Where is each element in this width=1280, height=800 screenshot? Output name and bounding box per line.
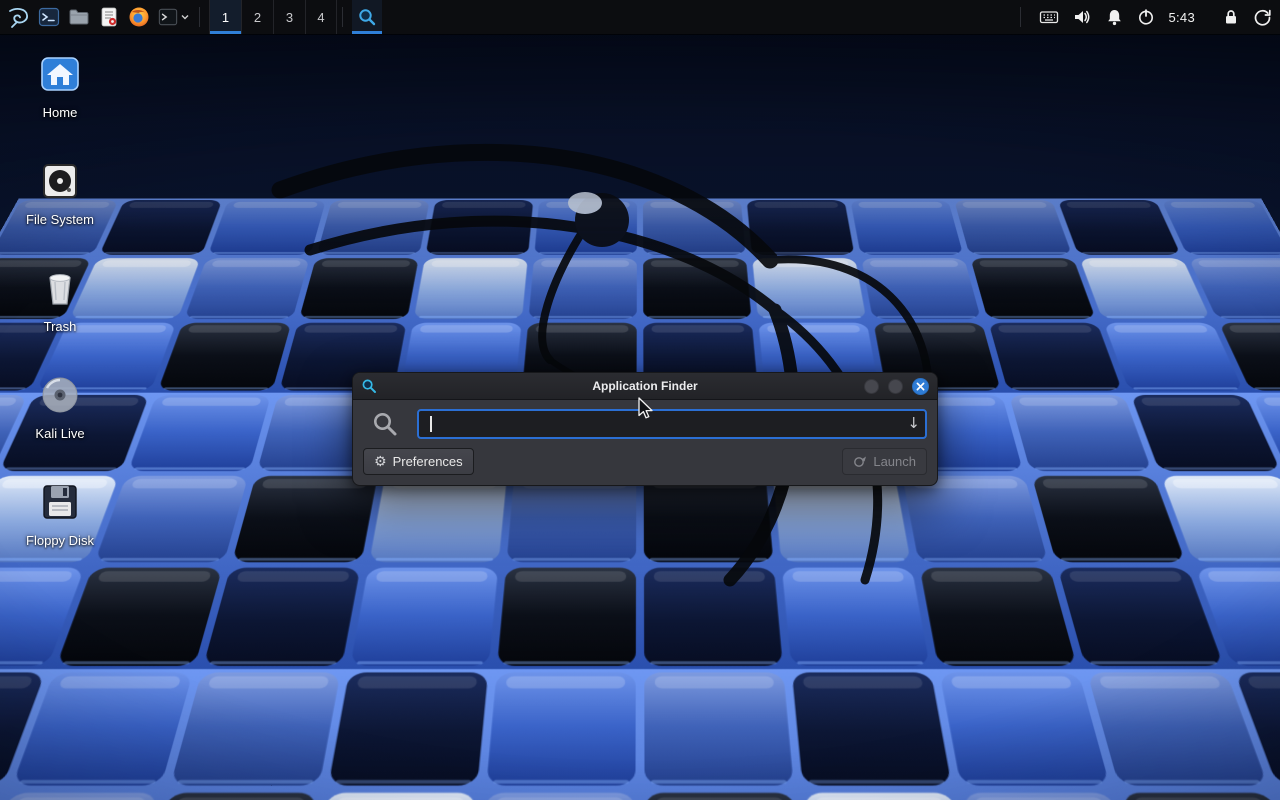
terminal-icon <box>38 6 60 28</box>
search-row: ↓ <box>363 409 927 439</box>
workspace-button-2[interactable]: 2 <box>241 0 273 34</box>
lock-screen-button[interactable] <box>1222 0 1240 34</box>
workspace-button-3[interactable]: 3 <box>273 0 305 34</box>
logout-icon <box>1253 8 1272 27</box>
application-finder-window: Application Finder <box>352 372 938 486</box>
text-caret <box>430 416 432 432</box>
preferences-label: Preferences <box>393 454 463 469</box>
search-icon <box>363 410 407 438</box>
desktop-icon-floppy-disk[interactable]: Floppy Disk <box>8 478 112 578</box>
panel-clock[interactable]: 5:43 <box>1168 10 1195 25</box>
search-input[interactable] <box>417 409 927 439</box>
keyboard-layout-button[interactable] <box>1039 0 1059 34</box>
window-title: Application Finder <box>353 379 937 393</box>
workspace-button-4[interactable]: 4 <box>305 0 337 34</box>
launch-icon <box>853 455 867 469</box>
chevron-down-icon <box>180 12 190 22</box>
floppy-disk-icon <box>36 478 84 526</box>
search-entry-wrap: ↓ <box>417 409 927 439</box>
desktop-icon-column: Home File System Trash <box>8 50 112 585</box>
workspace-button-1[interactable]: 1 <box>209 0 241 34</box>
desktop-icon-label: Floppy Disk <box>26 533 94 548</box>
panel-separator <box>1020 7 1021 27</box>
power-manager-icon <box>1137 8 1155 26</box>
app-finder-task-icon <box>357 7 377 27</box>
app-finder-window-icon <box>361 378 377 394</box>
panel-separator <box>342 7 343 27</box>
desktop-icon-file-system[interactable]: File System <box>8 157 112 257</box>
desktop: Home File System Trash <box>0 0 1280 800</box>
volume-button[interactable] <box>1072 0 1092 34</box>
file-system-icon <box>36 157 84 205</box>
file-manager-launcher[interactable] <box>64 0 94 34</box>
window-controls <box>864 378 929 395</box>
close-icon <box>916 382 925 391</box>
maximize-button[interactable] <box>888 379 903 394</box>
kali-live-disc-icon <box>36 371 84 419</box>
workspace-switcher: 1 2 3 4 <box>209 0 337 34</box>
panel-separator <box>199 7 200 27</box>
desktop-icon-label: File System <box>26 212 94 227</box>
panel-right: 5:43 <box>1015 0 1280 34</box>
kali-menu-button[interactable] <box>4 0 34 34</box>
launch-label: Launch <box>873 454 916 469</box>
trash-icon <box>36 264 84 312</box>
notifications-button[interactable] <box>1105 0 1124 34</box>
terminal-small-icon <box>158 7 178 27</box>
desktop-icon-label: Kali Live <box>35 426 84 441</box>
desktop-icon-home[interactable]: Home <box>8 50 112 150</box>
text-editor-launcher[interactable] <box>94 0 124 34</box>
preferences-button[interactable]: ⚙ Preferences <box>363 448 474 475</box>
launch-button[interactable]: Launch <box>842 448 927 475</box>
logout-button[interactable] <box>1253 0 1272 34</box>
text-editor-icon <box>98 6 120 28</box>
desktop-icon-trash[interactable]: Trash <box>8 264 112 364</box>
volume-icon <box>1072 7 1092 27</box>
dialog-body: ↓ ⚙ Preferences Launch <box>353 400 937 485</box>
kali-logo-icon <box>7 5 31 29</box>
folder-icon <box>68 6 90 28</box>
terminal-dropdown-button[interactable] <box>154 0 194 34</box>
lock-icon <box>1222 8 1240 26</box>
panel-left: 1 2 3 4 <box>0 0 382 34</box>
gear-icon: ⚙ <box>374 454 387 470</box>
keyboard-icon <box>1039 7 1059 27</box>
titlebar[interactable]: Application Finder <box>353 373 937 400</box>
minimize-button[interactable] <box>864 379 879 394</box>
desktop-icon-kali-live[interactable]: Kali Live <box>8 371 112 471</box>
desktop-icon-label: Home <box>43 105 78 120</box>
button-row: ⚙ Preferences Launch <box>363 448 927 475</box>
top-panel: 1 2 3 4 <box>0 0 1280 34</box>
kali-dragon-art <box>250 110 950 610</box>
home-icon <box>36 50 84 98</box>
firefox-icon <box>128 6 150 28</box>
power-manager-button[interactable] <box>1137 0 1155 34</box>
desktop-icon-label: Trash <box>44 319 77 334</box>
taskbar-application-finder[interactable] <box>352 0 382 34</box>
firefox-launcher[interactable] <box>124 0 154 34</box>
close-button[interactable] <box>912 378 929 395</box>
bell-icon <box>1105 8 1124 27</box>
terminal-launcher[interactable] <box>34 0 64 34</box>
